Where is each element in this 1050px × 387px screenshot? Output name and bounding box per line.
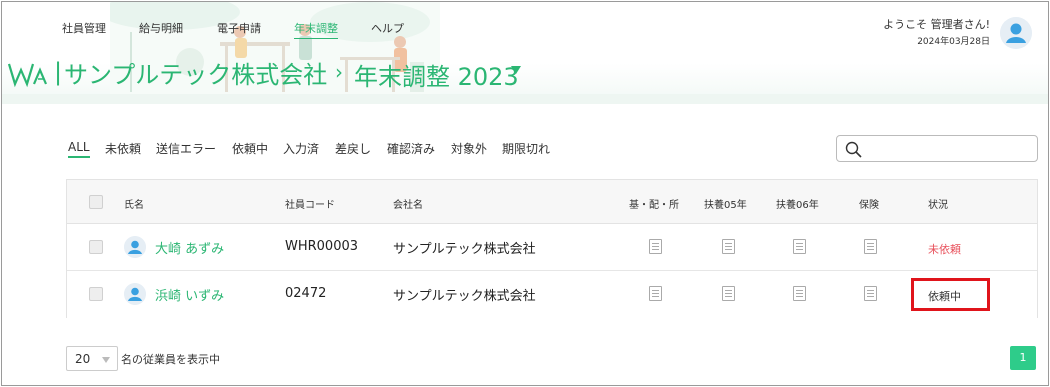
welcome-text: ようこそ 管理者さん! (883, 18, 990, 31)
header: 社員管理 給与明細 電子申請 年末調整 ヘルプ | サンプルテック株式会社 › … (2, 2, 1048, 104)
column-employee-code[interactable]: 社員コード (285, 196, 335, 211)
search-input[interactable] (836, 135, 1038, 162)
column-insurance: 保険 (859, 200, 879, 211)
page-size-value: 20 (75, 352, 91, 366)
company-name: サンプルテック株式会社 (64, 61, 328, 89)
status-label: 未依頼 (928, 243, 961, 256)
search-icon (845, 141, 862, 158)
nav-item-e-application[interactable]: 電子申請 (217, 20, 261, 36)
employee-code: 02472 (285, 286, 327, 301)
filter-expired[interactable]: 期限切れ (502, 140, 550, 157)
document-icon[interactable] (793, 239, 806, 254)
column-dependents-05: 扶養05年 (704, 200, 747, 211)
employee-name-link[interactable]: 浜崎 いずみ (155, 285, 224, 304)
current-date: 2024年03月28日 (917, 37, 990, 47)
page-button-1[interactable]: 1 (1010, 346, 1036, 370)
user-avatar[interactable] (1000, 17, 1032, 49)
table-header: 氏名 社員コード 会社名 基・配・所 扶養05年 扶養06年 保険 状況 (67, 180, 1037, 224)
document-icon[interactable] (722, 286, 735, 301)
column-company[interactable]: 会社名 (393, 196, 423, 211)
filter-all[interactable]: ALL (68, 140, 90, 158)
filter-excluded[interactable]: 対象外 (451, 140, 487, 157)
row-checkbox[interactable] (89, 287, 103, 301)
employee-avatar (124, 236, 146, 258)
company-cell: サンプルテック株式会社 (393, 289, 536, 304)
page-title[interactable]: 年末調整 2023 (354, 57, 519, 92)
column-name[interactable]: 氏名 (124, 196, 144, 211)
document-icon[interactable] (722, 239, 735, 254)
breadcrumb-separator: › (335, 60, 343, 84)
chevron-down-icon (102, 357, 110, 363)
company-logo[interactable] (8, 60, 56, 88)
table-row[interactable]: 浜崎 いずみ 02472 サンプルテック株式会社 依頼中 (67, 271, 1037, 318)
document-icon[interactable] (649, 239, 662, 254)
filter-send-error[interactable]: 送信エラー (156, 140, 216, 157)
filter-returned[interactable]: 差戻し (335, 140, 371, 157)
header-divider (2, 94, 1048, 104)
document-icon[interactable] (864, 286, 877, 301)
column-status[interactable]: 状況 (928, 196, 948, 211)
employees-shown-label: 名の従業員を表示中 (121, 353, 220, 366)
nav-item-help[interactable]: ヘルプ (371, 20, 404, 36)
company-cell: サンプルテック株式会社 (393, 242, 536, 257)
row-checkbox[interactable] (89, 240, 103, 254)
employee-code: WHR00003 (285, 239, 359, 254)
year-dropdown-icon[interactable] (511, 66, 521, 74)
document-icon[interactable] (864, 239, 877, 254)
select-all-checkbox[interactable] (89, 195, 103, 209)
filter-entered[interactable]: 入力済 (283, 140, 319, 157)
employee-table: 氏名 社員コード 会社名 基・配・所 扶養05年 扶養06年 保険 状況 大崎 … (66, 179, 1038, 318)
nav-item-payslips[interactable]: 給与明細 (139, 20, 183, 36)
nav-item-year-end[interactable]: 年末調整 (294, 20, 338, 39)
filter-requested[interactable]: 依頼中 (232, 140, 268, 157)
column-basic-spouse-income: 基・配・所 (629, 200, 679, 211)
page-size-select[interactable]: 20 (66, 346, 118, 371)
table-row[interactable]: 大崎 あずみ WHR00003 サンプルテック株式会社 未依頼 (67, 224, 1037, 271)
filter-not-requested[interactable]: 未依頼 (105, 140, 141, 157)
filter-confirmed[interactable]: 確認済み (387, 140, 435, 157)
employee-avatar (124, 283, 146, 305)
document-icon[interactable] (793, 286, 806, 301)
logo-separator: | (54, 58, 63, 86)
nav-item-employees[interactable]: 社員管理 (62, 20, 106, 36)
status-highlight-box (911, 278, 990, 311)
app-window: 社員管理 給与明細 電子申請 年末調整 ヘルプ | サンプルテック株式会社 › … (1, 1, 1049, 386)
document-icon[interactable] (649, 286, 662, 301)
employee-name-link[interactable]: 大崎 あずみ (155, 238, 224, 257)
column-dependents-06: 扶養06年 (776, 200, 819, 211)
